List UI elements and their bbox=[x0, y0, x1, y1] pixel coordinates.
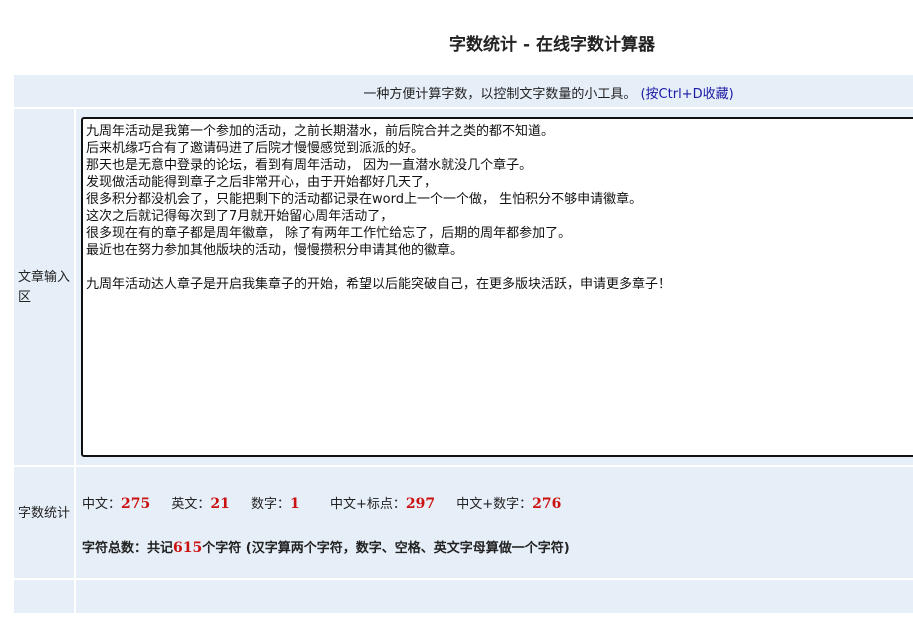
stats-row: 中文：275 英文：21 数字：1 中文+标点：297 中文+数字：276 bbox=[82, 493, 578, 512]
divider bbox=[74, 109, 76, 613]
stat-english: 英文：21 bbox=[171, 496, 230, 512]
article-input[interactable]: 九周年活动是我第一个参加的活动，之前长期潜水，前后院合并之类的都不知道。 后来机… bbox=[81, 117, 913, 457]
input-area-label: 文章输入区 bbox=[18, 270, 71, 305]
stat-chinese-digits: 中文+数字：276 bbox=[456, 496, 562, 512]
subtitle-row: 一种方便计算字数，以控制文字数量的小工具。 (按Ctrl+D收藏) bbox=[14, 83, 913, 102]
subtitle-text: 一种方便计算字数，以控制文字数量的小工具。 bbox=[363, 87, 637, 102]
stat-chinese-punct: 中文+标点：297 bbox=[329, 496, 436, 512]
stat-chinese: 中文：275 bbox=[82, 496, 151, 512]
stat-digits: 数字：1 bbox=[251, 496, 300, 512]
divider bbox=[14, 107, 913, 109]
bookmark-hint: (按Ctrl+D收藏) bbox=[640, 87, 734, 102]
page-title: 字数统计 - 在线字数计算器 bbox=[449, 35, 655, 55]
counter-panel: 一种方便计算字数，以控制文字数量的小工具。 (按Ctrl+D收藏) 文章输入区 … bbox=[14, 75, 913, 613]
divider bbox=[14, 465, 913, 467]
divider bbox=[14, 578, 913, 580]
stats-label: 字数统计 bbox=[18, 506, 71, 521]
total-characters: 字符总数：共记615个字符 (汉字算两个字符，数字、空格、英文字母算做一个字符) bbox=[82, 540, 570, 556]
